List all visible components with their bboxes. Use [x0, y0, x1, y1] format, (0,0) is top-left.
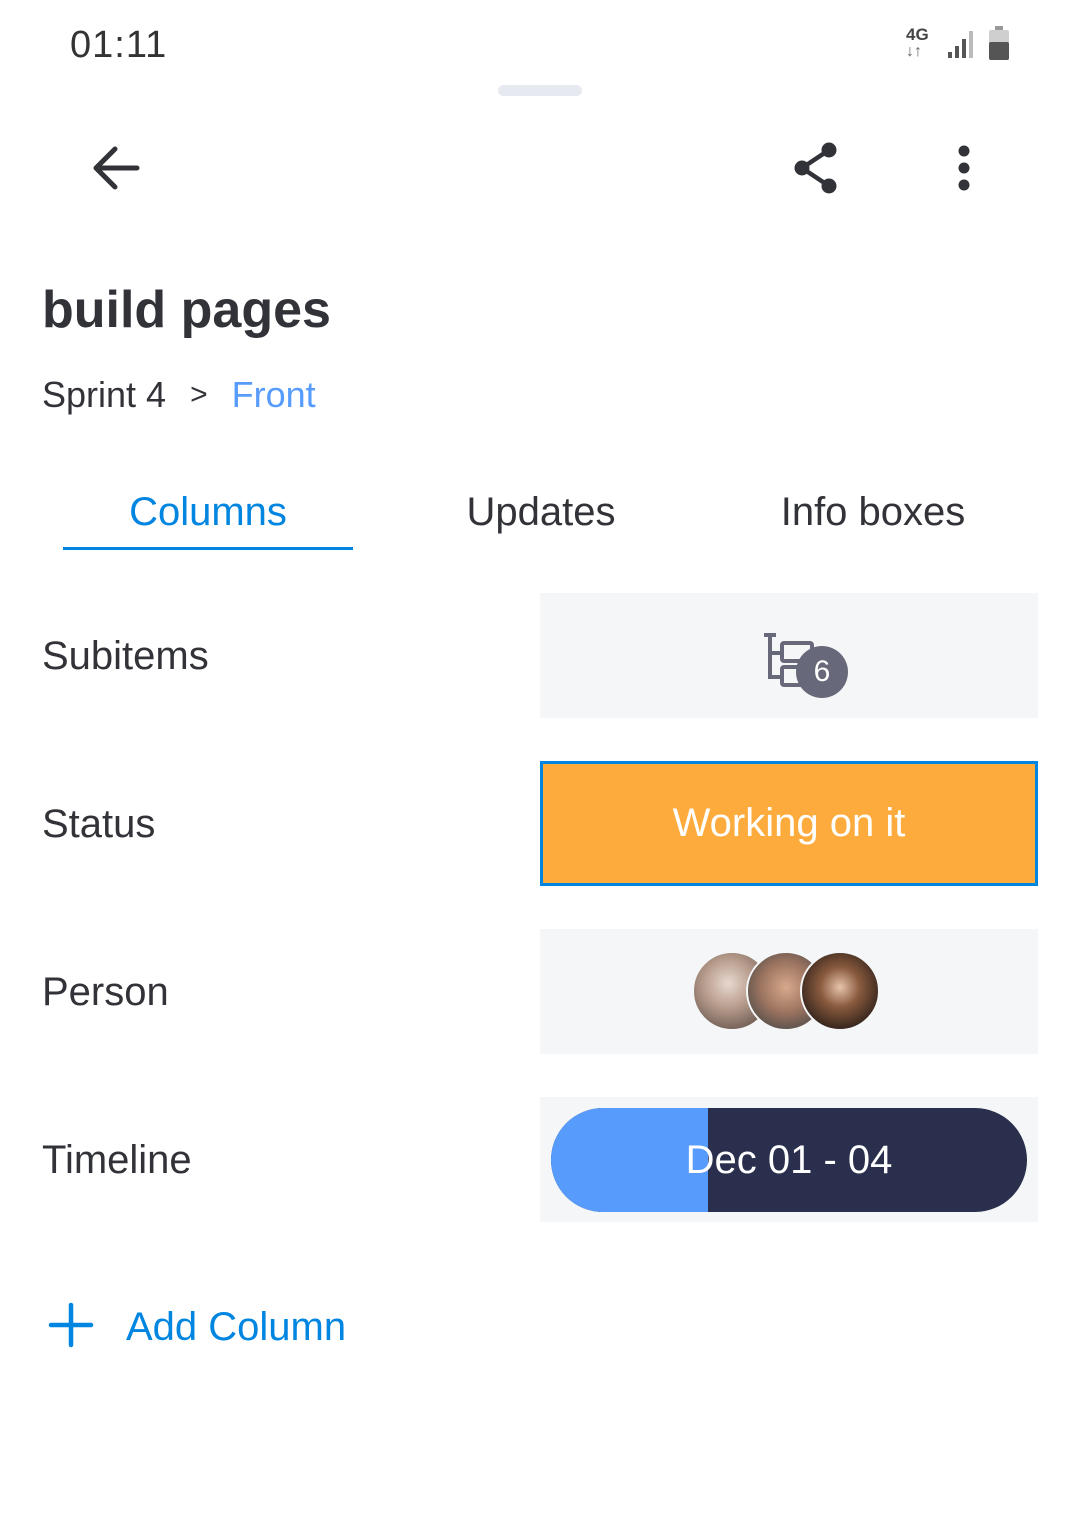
item-title[interactable]: build pages — [42, 280, 331, 340]
subitems-label: Subitems — [42, 634, 209, 678]
breadcrumb: Sprint 4 > Front — [42, 374, 316, 416]
tab-bar: Columns Updates Info boxes — [42, 480, 1038, 552]
breadcrumb-board[interactable]: Sprint 4 — [42, 374, 166, 416]
sheet-drag-handle[interactable] — [498, 85, 582, 96]
back-button[interactable] — [84, 138, 148, 202]
status-label: Status — [42, 802, 156, 846]
avatar — [800, 951, 880, 1031]
signal-icon — [946, 28, 976, 65]
plus-icon — [48, 1302, 94, 1353]
subitems-count-badge: 6 — [796, 646, 848, 698]
add-column-button[interactable]: Add Column — [48, 1302, 346, 1353]
network-activity-icon: ↓↑ — [906, 43, 922, 60]
timeline-label: Timeline — [42, 1138, 192, 1182]
person-cell[interactable] — [540, 929, 1038, 1054]
arrow-left-icon — [91, 145, 141, 196]
status-bar-time: 01:11 — [70, 24, 168, 66]
tab-columns[interactable]: Columns — [63, 490, 353, 535]
battery-icon — [988, 26, 1010, 67]
tab-updates[interactable]: Updates — [396, 490, 686, 535]
network-type-label: 4G — [906, 25, 929, 44]
status-value: Working on it — [672, 801, 906, 845]
add-column-label: Add Column — [126, 1305, 347, 1349]
share-button[interactable] — [784, 138, 848, 202]
timeline-value: Dec 01 - 04 — [685, 1137, 893, 1182]
avatar-group — [692, 951, 892, 1033]
person-label: Person — [42, 970, 169, 1014]
active-tab-indicator — [63, 547, 353, 550]
status-cell[interactable]: Working on it — [540, 761, 1038, 886]
breadcrumb-separator: > — [190, 378, 208, 411]
tab-info-boxes[interactable]: Info boxes — [728, 490, 1018, 535]
timeline-cell[interactable]: Dec 01 - 04 — [540, 1097, 1038, 1222]
more-options-button[interactable] — [932, 138, 996, 202]
more-vertical-icon — [957, 145, 971, 196]
timeline-bar: Dec 01 - 04 — [551, 1108, 1027, 1212]
share-icon — [791, 141, 841, 200]
subitems-cell[interactable]: 6 — [540, 593, 1038, 718]
breadcrumb-group[interactable]: Front — [232, 374, 316, 416]
